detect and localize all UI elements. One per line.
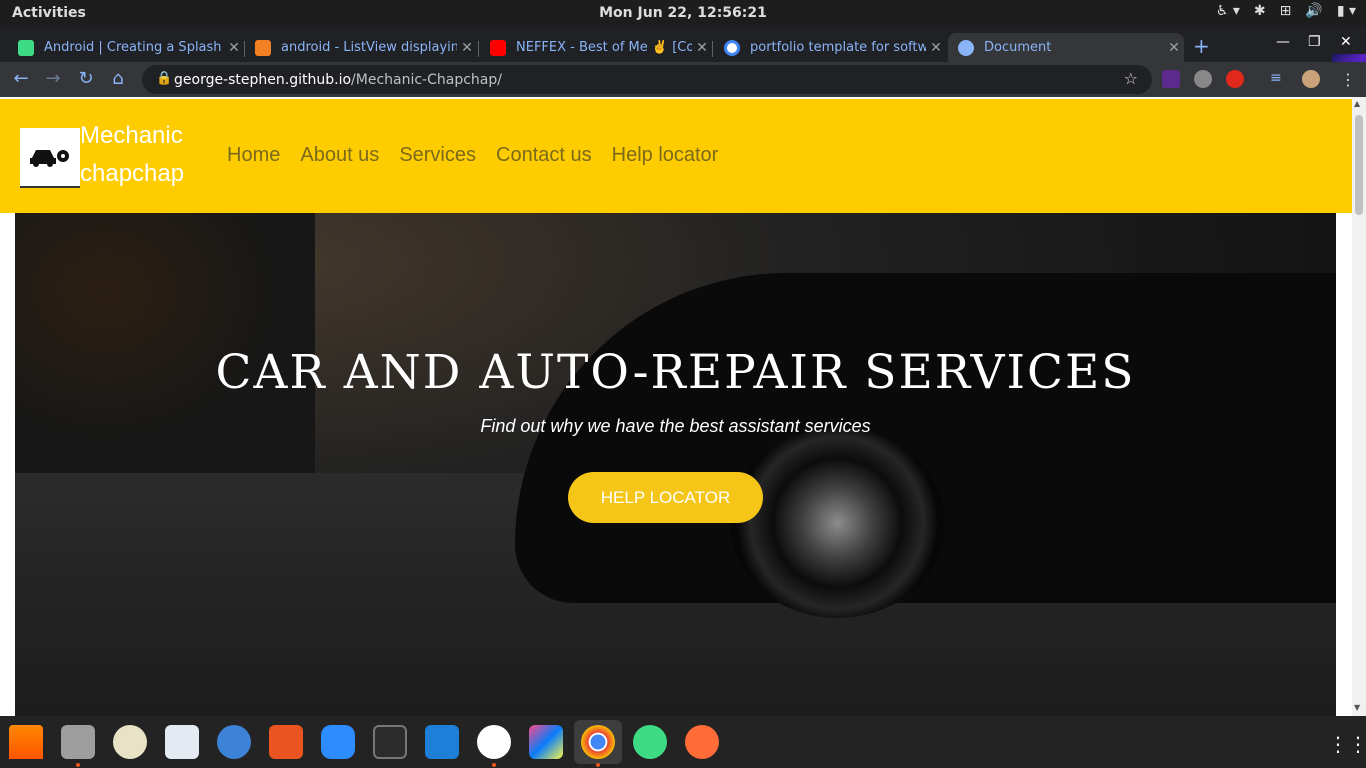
new-tab-button[interactable]: + xyxy=(1193,34,1210,58)
network-icon[interactable]: ⊞ xyxy=(1280,3,1292,19)
close-window-icon[interactable]: ✕ xyxy=(1340,34,1352,50)
menu-icon[interactable]: ⋮ xyxy=(1340,70,1358,89)
scroll-up-icon[interactable]: ▲ xyxy=(1354,99,1360,108)
hero-overlay xyxy=(15,213,1336,716)
site-brand[interactable]: Mechanic chapchap xyxy=(80,117,184,193)
scroll-down-icon[interactable]: ▼ xyxy=(1354,703,1360,712)
software-center-icon[interactable] xyxy=(269,725,303,759)
close-icon[interactable]: ✕ xyxy=(692,40,712,56)
slack-tray-icon[interactable]: ✱ xyxy=(1254,3,1266,19)
slack-icon[interactable] xyxy=(477,725,511,759)
web-page: Mechanic chapchap Home About us Services… xyxy=(0,97,1352,716)
hero-title: CAR AND AUTO-REPAIR SERVICES xyxy=(215,345,1136,400)
tab-title: portfolio template for softw xyxy=(750,40,926,55)
media-control-icon[interactable]: ≡ xyxy=(1270,70,1288,88)
nav-services[interactable]: Services xyxy=(399,144,476,167)
brand-line-2: chapchap xyxy=(80,160,185,187)
url-text[interactable]: george-stephen.github.io/Mechanic-Chapch… xyxy=(174,72,502,88)
text-editor-icon[interactable] xyxy=(165,725,199,759)
youtube-icon xyxy=(490,39,506,56)
system-clock[interactable]: Mon Jun 22, 12:56:21 xyxy=(0,5,1366,21)
stackoverflow-icon xyxy=(255,39,271,56)
extension-icon[interactable] xyxy=(1162,70,1180,88)
close-icon[interactable]: ✕ xyxy=(926,40,946,56)
globe-icon xyxy=(958,39,974,56)
tab-title: Android | Creating a Splash S xyxy=(44,40,224,55)
ubuntu-dock xyxy=(0,716,1366,768)
lock-icon[interactable]: 🔒 xyxy=(156,71,172,86)
brand-line-1: Mechanic xyxy=(80,122,183,149)
nav-home[interactable]: Home xyxy=(227,144,280,167)
volume-icon[interactable]: 🔊 xyxy=(1305,3,1322,19)
system-tray: ♿ ▾ ✱ ⊞ 🔊 ▮ ▾ xyxy=(1216,3,1356,19)
help-icon[interactable] xyxy=(217,725,251,759)
maximize-icon[interactable]: ❐ xyxy=(1308,34,1321,50)
running-indicator xyxy=(596,763,600,767)
tab-strip: Android | Creating a Splash S ✕ android … xyxy=(0,27,1366,89)
chrome-icon[interactable] xyxy=(581,725,615,759)
vscode-icon[interactable] xyxy=(425,725,459,759)
browser-toolbar: ← → ↻ ⌂ 🔒 george-stephen.github.io/Mecha… xyxy=(0,62,1366,97)
tab-document[interactable]: Document ✕ xyxy=(948,33,1184,62)
zoom-icon[interactable] xyxy=(321,725,355,759)
geeksforgeeks-icon xyxy=(18,39,34,56)
car-gear-icon xyxy=(30,150,69,167)
tab-title: Document xyxy=(984,40,1052,55)
back-icon[interactable]: ← xyxy=(10,68,32,90)
site-nav-links: Home About us Services Contact us Help l… xyxy=(227,144,718,167)
terminal-icon[interactable] xyxy=(373,725,407,759)
tab-neffex[interactable]: NEFFEX - Best of Me ✌️ [Cop ✕ xyxy=(480,33,712,62)
extension-icon[interactable] xyxy=(1194,70,1212,88)
close-icon[interactable]: ✕ xyxy=(457,40,477,56)
tab-title: android - ListView displaying xyxy=(281,40,457,55)
files-icon[interactable] xyxy=(61,725,95,759)
bookmark-star-icon[interactable]: ☆ xyxy=(1124,69,1138,88)
close-icon[interactable]: ✕ xyxy=(1164,40,1184,56)
rhythmbox-icon[interactable] xyxy=(113,725,147,759)
vlc-icon[interactable] xyxy=(9,725,43,759)
reload-icon[interactable]: ↻ xyxy=(75,68,97,90)
home-icon[interactable]: ⌂ xyxy=(107,68,129,90)
address-bar[interactable]: 🔒 george-stephen.github.io/Mechanic-Chap… xyxy=(142,65,1152,94)
profile-avatar[interactable] xyxy=(1302,70,1320,88)
hero-section: CAR AND AUTO-REPAIR SERVICES Find out wh… xyxy=(15,213,1336,716)
tab-listview[interactable]: android - ListView displaying ✕ xyxy=(245,33,477,62)
show-applications-icon[interactable]: ⋮⋮⋮ xyxy=(1328,732,1366,756)
tab-portfolio-template[interactable]: portfolio template for softw ✕ xyxy=(714,33,946,62)
running-indicator xyxy=(492,763,496,767)
hero-subtitle: Find out why we have the best assistant … xyxy=(480,416,871,436)
forward-icon[interactable]: → xyxy=(42,68,64,90)
android-studio-icon[interactable] xyxy=(633,725,667,759)
running-indicator xyxy=(76,763,80,767)
google-icon xyxy=(724,39,740,56)
tab-android-splash[interactable]: Android | Creating a Splash S ✕ xyxy=(8,33,244,62)
nav-help-locator[interactable]: Help locator xyxy=(612,144,719,167)
site-logo[interactable] xyxy=(20,128,80,188)
scrollbar-thumb[interactable] xyxy=(1355,115,1363,215)
battery-icon[interactable]: ▮ ▾ xyxy=(1337,3,1356,19)
tab-separator xyxy=(712,41,713,57)
page-scrollbar[interactable]: ▲ ▼ xyxy=(1352,97,1366,716)
tab-separator xyxy=(478,41,479,57)
system-top-bar: Activities Mon Jun 22, 12:56:21 ♿ ▾ ✱ ⊞ … xyxy=(0,0,1366,27)
nav-contact-us[interactable]: Contact us xyxy=(496,144,592,167)
help-locator-button[interactable]: HELP LOCATOR xyxy=(568,472,763,523)
accessibility-icon[interactable]: ♿ ▾ xyxy=(1216,3,1240,19)
close-icon[interactable]: ✕ xyxy=(224,40,244,56)
nav-about-us[interactable]: About us xyxy=(300,144,379,167)
intellij-icon[interactable] xyxy=(529,725,563,759)
site-navbar: Mechanic chapchap Home About us Services… xyxy=(0,99,1352,213)
adblock-icon[interactable] xyxy=(1226,70,1244,88)
postman-icon[interactable] xyxy=(685,725,719,759)
minimize-icon[interactable]: — xyxy=(1276,34,1290,50)
tab-title: NEFFEX - Best of Me ✌️ [Cop xyxy=(516,40,692,55)
